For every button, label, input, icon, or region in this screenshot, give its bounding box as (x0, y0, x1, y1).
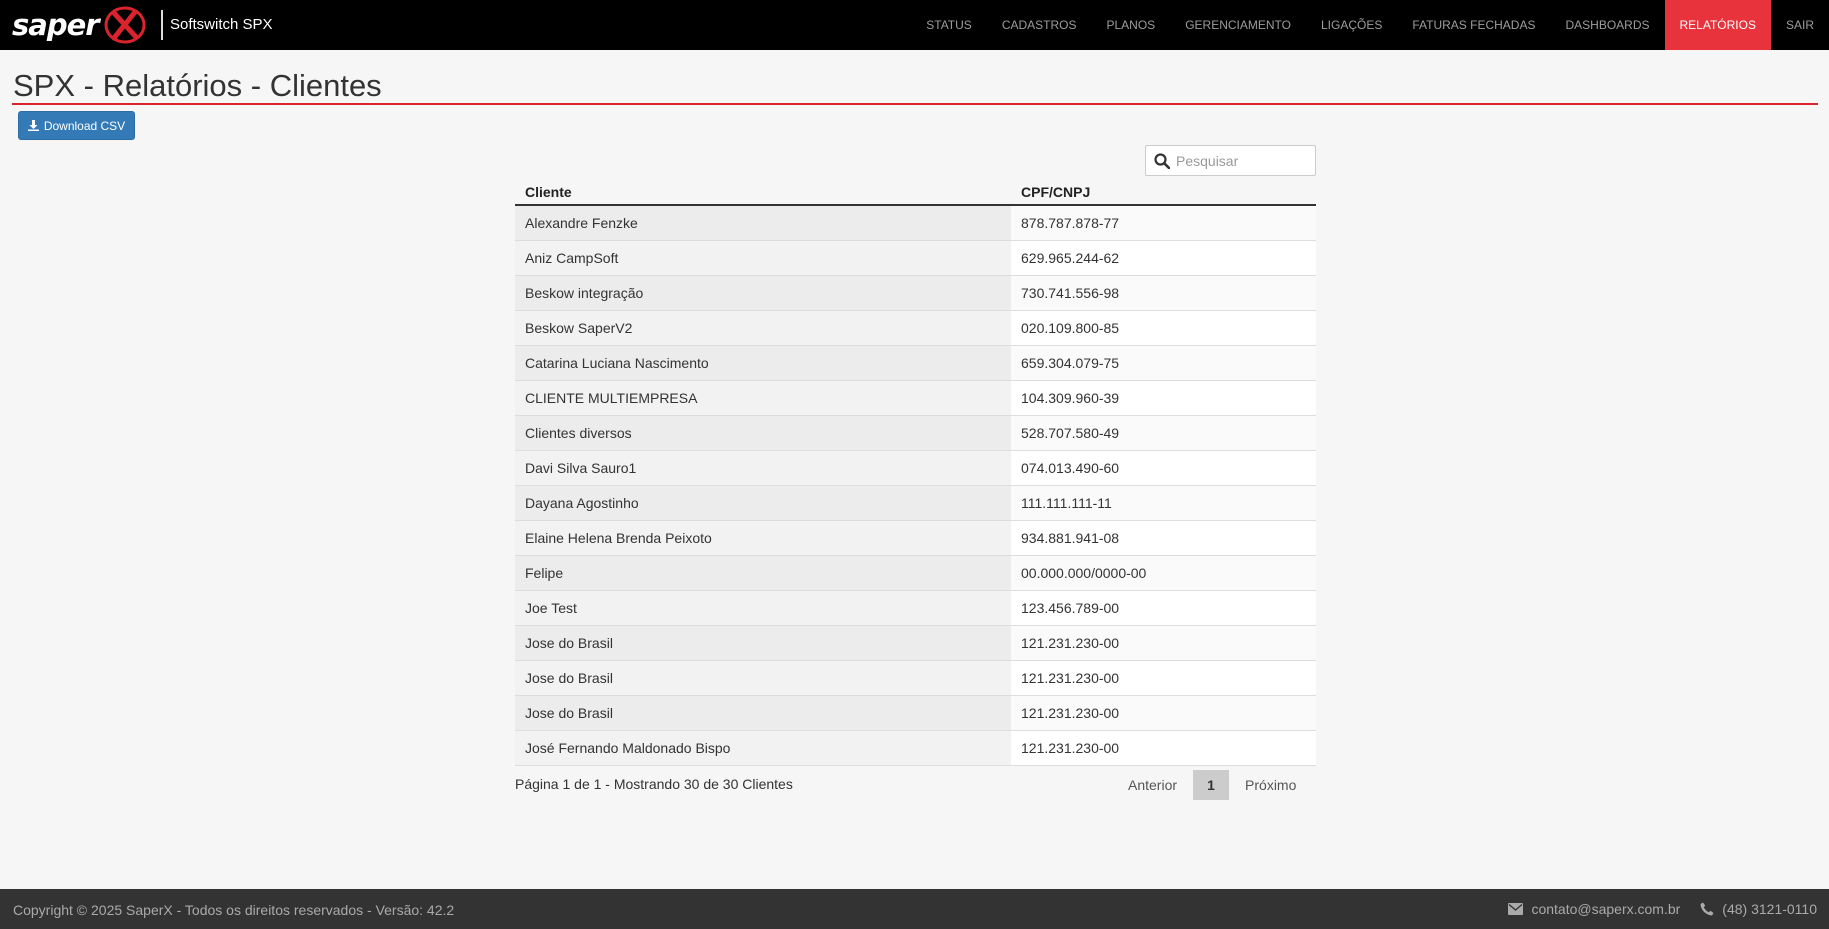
pagination-info: Página 1 de 1 - Mostrando 30 de 30 Clien… (515, 776, 793, 792)
logo-wordmark: saper (12, 8, 100, 42)
cell-cpf-cnpj: 878.787.878-77 (1011, 205, 1316, 241)
table-row: José Fernando Maldonado Bispo 121.231.230… (515, 730, 1316, 766)
nav-item-sair[interactable]: SAIR (1771, 0, 1829, 50)
footer-email[interactable]: contato@saperx.com.br (1531, 901, 1680, 917)
envelope-icon (1508, 903, 1524, 915)
cell-cliente: José Fernando Maldonado Bispo (515, 730, 1011, 766)
nav-item-gerenciamento[interactable]: GERENCIAMENTO (1170, 0, 1306, 50)
footer-phone[interactable]: (48) 3121-0110 (1722, 901, 1817, 917)
cell-cliente: Beskow integração (515, 275, 1011, 311)
cell-cliente: Jose do Brasil (515, 625, 1011, 661)
table-header-row: Cliente CPF/CNPJ (515, 179, 1316, 206)
nav-item-planos[interactable]: PLANOS (1092, 0, 1171, 50)
cell-cliente: Catarina Luciana Nascimento (515, 345, 1011, 381)
cell-cliente: Joe Test (515, 590, 1011, 626)
download-icon (27, 120, 39, 131)
column-header-cpf-cnpj[interactable]: CPF/CNPJ (1011, 179, 1316, 206)
table-row: Beskow integração 730.741.556-98 (515, 275, 1316, 311)
top-navbar: saper Softswitch SPX STATUS CADASTROS PLAN… (0, 0, 1829, 50)
page-title: SPX - Relatórios - Clientes (13, 68, 382, 103)
cell-cliente: CLIENTE MULTIEMPRESA (515, 380, 1011, 416)
nav-item-relatórios[interactable]: RELATÓRIOS (1664, 0, 1771, 50)
cell-cliente: Dayana Agostinho (515, 485, 1011, 521)
nav-item-ligações[interactable]: LIGAÇÕES (1306, 0, 1397, 50)
table-row: Elaine Helena Brenda Peixoto 934.881.941-… (515, 520, 1316, 556)
cell-cpf-cnpj: 00.000.000/0000-00 (1011, 555, 1316, 591)
cell-cliente: Alexandre Fenzke (515, 205, 1011, 241)
cell-cpf-cnpj: 121.231.230-00 (1011, 625, 1316, 661)
nav-item-cadastros[interactable]: CADASTROS (987, 0, 1092, 50)
pagination-current-page[interactable]: 1 (1193, 770, 1230, 800)
download-csv-button[interactable]: Download CSV (18, 111, 135, 140)
cell-cpf-cnpj: 659.304.079-75 (1011, 345, 1316, 381)
cell-cliente: Elaine Helena Brenda Peixoto (515, 520, 1011, 556)
cell-cpf-cnpj: 121.231.230-00 (1011, 730, 1316, 766)
cell-cpf-cnpj: 121.231.230-00 (1011, 660, 1316, 696)
table-row: Catarina Luciana Nascimento 659.304.079-7… (515, 345, 1316, 381)
search-input[interactable] (1176, 152, 1306, 169)
cell-cpf-cnpj: 111.111.111-11 (1011, 485, 1316, 521)
download-csv-label: Download CSV (43, 118, 126, 133)
pagination-next[interactable]: Próximo (1229, 770, 1312, 800)
cell-cliente: Jose do Brasil (515, 660, 1011, 696)
nav-item-faturas-fechadas[interactable]: FATURAS FECHADAS (1397, 0, 1550, 50)
cell-cliente: Jose do Brasil (515, 695, 1011, 731)
table-row: Jose do Brasil 121.231.230-00 (515, 695, 1316, 731)
cell-cpf-cnpj: 934.881.941-08 (1011, 520, 1316, 556)
table-row: Davi Silva Sauro1 074.013.490-60 (515, 450, 1316, 486)
brand-divider (161, 10, 163, 40)
cell-cpf-cnpj: 104.309.960-39 (1011, 380, 1316, 416)
table-row: Joe Test 123.456.789-00 (515, 590, 1316, 626)
table-row: Felipe 00.000.000/0000-00 (515, 555, 1316, 591)
cell-cpf-cnpj: 528.707.580-49 (1011, 415, 1316, 451)
table-row: Alexandre Fenzke 878.787.878-77 (515, 205, 1316, 241)
search-icon (1154, 152, 1170, 169)
brand-name[interactable]: Softswitch SPX (170, 16, 273, 33)
cell-cliente: Beskow SaperV2 (515, 310, 1011, 346)
main-nav: STATUS CADASTROS PLANOS GERENCIAMENTO LIGAÇÕ… (911, 0, 1829, 50)
search-box[interactable] (1145, 145, 1316, 176)
clients-table: Cliente CPF/CNPJ Alexandre Fenzke 878.787… (515, 179, 1316, 766)
table-row: Jose do Brasil 121.231.230-00 (515, 625, 1316, 661)
table-row: Beskow SaperV2 020.109.800-85 (515, 310, 1316, 346)
footer: Copyright © 2025 SaperX - Todos os direi… (0, 889, 1829, 929)
footer-copyright: Copyright © 2025 SaperX - Todos os direi… (13, 902, 455, 918)
clients-table-container: Cliente CPF/CNPJ Alexandre Fenzke 878.787… (515, 179, 1316, 766)
cell-cliente: Aniz CampSoft (515, 240, 1011, 276)
nav-item-dashboards[interactable]: DASHBOARDS (1550, 0, 1664, 50)
cell-cliente: Felipe (515, 555, 1011, 591)
title-divider (12, 103, 1818, 105)
cell-cpf-cnpj: 020.109.800-85 (1011, 310, 1316, 346)
cell-cpf-cnpj: 123.456.789-00 (1011, 590, 1316, 626)
table-row: Jose do Brasil 121.231.230-00 (515, 660, 1316, 696)
column-header-cliente[interactable]: Cliente (515, 179, 1011, 206)
table-row: Dayana Agostinho 111.111.111-11 (515, 485, 1316, 521)
footer-contact: contato@saperx.com.br (48) 3121-0110 (1508, 901, 1817, 917)
cell-cpf-cnpj: 074.013.490-60 (1011, 450, 1316, 486)
saperx-logo[interactable]: saper (12, 4, 147, 46)
cell-cpf-cnpj: 121.231.230-00 (1011, 695, 1316, 731)
nav-item-status[interactable]: STATUS (911, 0, 987, 50)
cell-cliente: Davi Silva Sauro1 (515, 450, 1011, 486)
pagination: Anterior 1 Próximo (1112, 770, 1312, 800)
cell-cliente: Clientes diversos (515, 415, 1011, 451)
pagination-previous[interactable]: Anterior (1112, 770, 1193, 800)
cell-cpf-cnpj: 730.741.556-98 (1011, 275, 1316, 311)
table-row: Aniz CampSoft 629.965.244-62 (515, 240, 1316, 276)
logo-x-icon (104, 6, 146, 44)
phone-icon (1700, 902, 1714, 916)
cell-cpf-cnpj: 629.965.244-62 (1011, 240, 1316, 276)
table-row: Clientes diversos 528.707.580-49 (515, 415, 1316, 451)
table-row: CLIENTE MULTIEMPRESA 104.309.960-39 (515, 380, 1316, 416)
